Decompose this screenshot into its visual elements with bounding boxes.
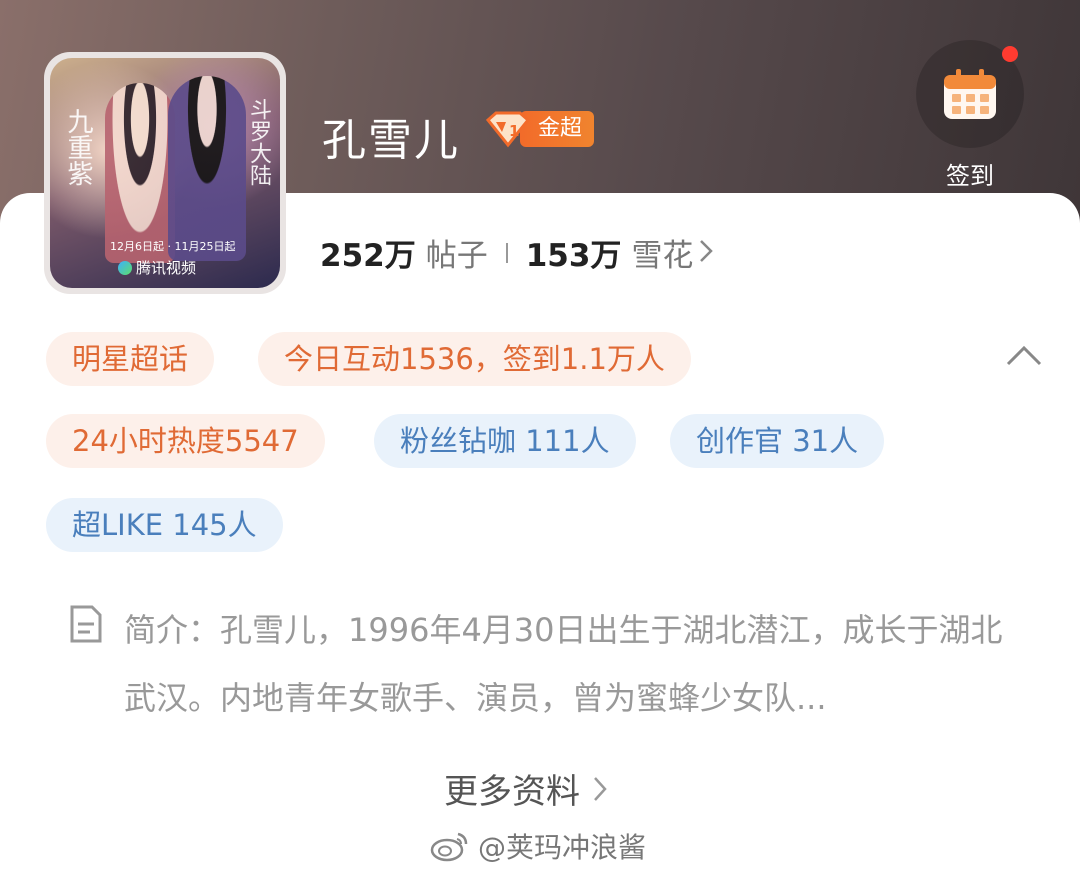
topic-stats[interactable]: 252万 帖子 153万 雪花 xyxy=(320,230,714,275)
checkin-circle xyxy=(916,40,1024,148)
calendar-icon xyxy=(944,69,996,119)
cover-brand: 腾讯视频 xyxy=(118,257,196,278)
cover-title-left: 九重紫 xyxy=(63,108,93,186)
checkin-button[interactable]: 签到 xyxy=(914,40,1026,190)
checkin-label: 签到 xyxy=(946,162,994,190)
stats-divider xyxy=(505,242,508,263)
topic-name: 孔雪儿 xyxy=(322,115,460,166)
cover-figure-right xyxy=(168,76,246,261)
cover-art: 九重紫 斗罗大陆 12月6日起 · 11月25日起 腾讯视频 xyxy=(50,58,280,288)
intro-text: 简介：孔雪儿，1996年4月30日出生于湖北潜江，成长于湖北武汉。内地青年女歌手… xyxy=(124,611,1003,717)
watermark: @荚玛冲浪酱 xyxy=(430,826,646,866)
tag-super-like[interactable]: 超LIKE 145人 xyxy=(46,498,283,552)
gold-super-badge[interactable]: 1 金超 xyxy=(482,110,595,148)
posts-count: 252万 xyxy=(320,238,416,274)
topic-cover-image[interactable]: 九重紫 斗罗大陆 12月6日起 · 11月25日起 腾讯视频 xyxy=(44,52,286,294)
diamond-icon: 1 xyxy=(482,110,534,148)
tag-creator[interactable]: 创作官 31人 xyxy=(670,414,885,468)
watermark-text: @荚玛冲浪酱 xyxy=(478,831,647,864)
fans-unit: 雪花 xyxy=(631,238,694,274)
chevron-right-icon xyxy=(699,235,714,271)
posts-unit: 帖子 xyxy=(425,238,488,274)
more-info-label: 更多资料 xyxy=(444,772,580,812)
tencent-video-icon xyxy=(118,260,132,275)
svg-text:1: 1 xyxy=(509,122,519,140)
tag-today-activity[interactable]: 今日互动1536，签到1.1万人 xyxy=(258,332,691,386)
cover-dates: 12月6日起 · 11月25日起 xyxy=(110,240,236,253)
cover-title-right: 斗罗大陆 xyxy=(246,98,271,186)
cover-brand-label: 腾讯视频 xyxy=(136,259,197,277)
intro-section: 简介：孔雪儿，1996年4月30日出生于湖北潜江，成长于湖北武汉。内地青年女歌手… xyxy=(68,596,1008,732)
document-icon xyxy=(70,605,102,643)
tag-star-topic[interactable]: 明星超话 xyxy=(46,332,215,386)
tag-fan-diamond[interactable]: 粉丝钻咖 111人 xyxy=(374,414,636,468)
chevron-right-icon xyxy=(594,776,607,801)
tag-24h-heat[interactable]: 24小时热度5547 xyxy=(46,414,325,468)
more-info-button[interactable]: 更多资料 xyxy=(444,764,608,813)
chevron-up-icon[interactable] xyxy=(1004,340,1044,370)
fans-count: 153万 xyxy=(525,238,622,274)
cover-figure-left xyxy=(105,83,175,263)
weibo-logo-icon xyxy=(430,832,468,862)
notification-dot xyxy=(1002,46,1018,62)
